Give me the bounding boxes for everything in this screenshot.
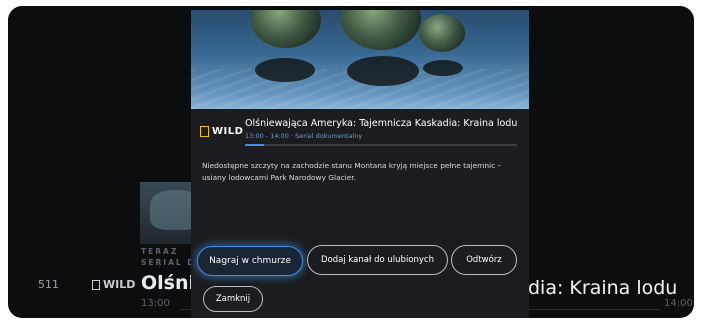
- background-channel-logo: WILD: [92, 278, 135, 291]
- program-details-modal: WILD Olśniewająca Ameryka: Tajemnicza Ka…: [191, 10, 529, 318]
- play-button[interactable]: Odtwórz: [451, 245, 517, 275]
- background-channel-number: 511: [38, 278, 59, 291]
- record-cloud-button[interactable]: Nagraj w chmurze: [197, 246, 303, 276]
- background-time-end: 14:00: [664, 298, 693, 309]
- background-channel-logo-text: WILD: [103, 278, 136, 291]
- program-title: Olśniewająca Ameryka: Tajemnicza Kaskadi…: [245, 118, 518, 129]
- close-button[interactable]: Zamknij: [203, 286, 263, 312]
- background-program-title-right: dia: Kraina lodu: [528, 277, 678, 299]
- channel-logo-text: WILD: [212, 126, 244, 137]
- wild-logo-icon: [92, 279, 100, 290]
- program-hero-image: [191, 10, 529, 109]
- program-meta: 13:00 - 14:00 · Serial dokumentalny: [245, 132, 363, 140]
- program-description: Niedostępne szczyty na zachodzie stanu M…: [202, 161, 502, 182]
- background-time-start: 13:00: [141, 298, 170, 309]
- program-progress-bar: [245, 144, 517, 146]
- program-time: 13:00 - 14:00: [245, 132, 289, 140]
- channel-logo: WILD: [200, 126, 243, 137]
- wild-logo-icon: [200, 126, 209, 137]
- background-category-label: SERIAL D: [141, 258, 196, 267]
- program-genre: Serial dokumentalny: [295, 132, 363, 140]
- add-favorite-channel-button[interactable]: Dodaj kanał do ulubionych: [307, 245, 448, 275]
- program-progress-fill: [245, 144, 265, 146]
- background-now-label: TERAZ: [141, 247, 179, 256]
